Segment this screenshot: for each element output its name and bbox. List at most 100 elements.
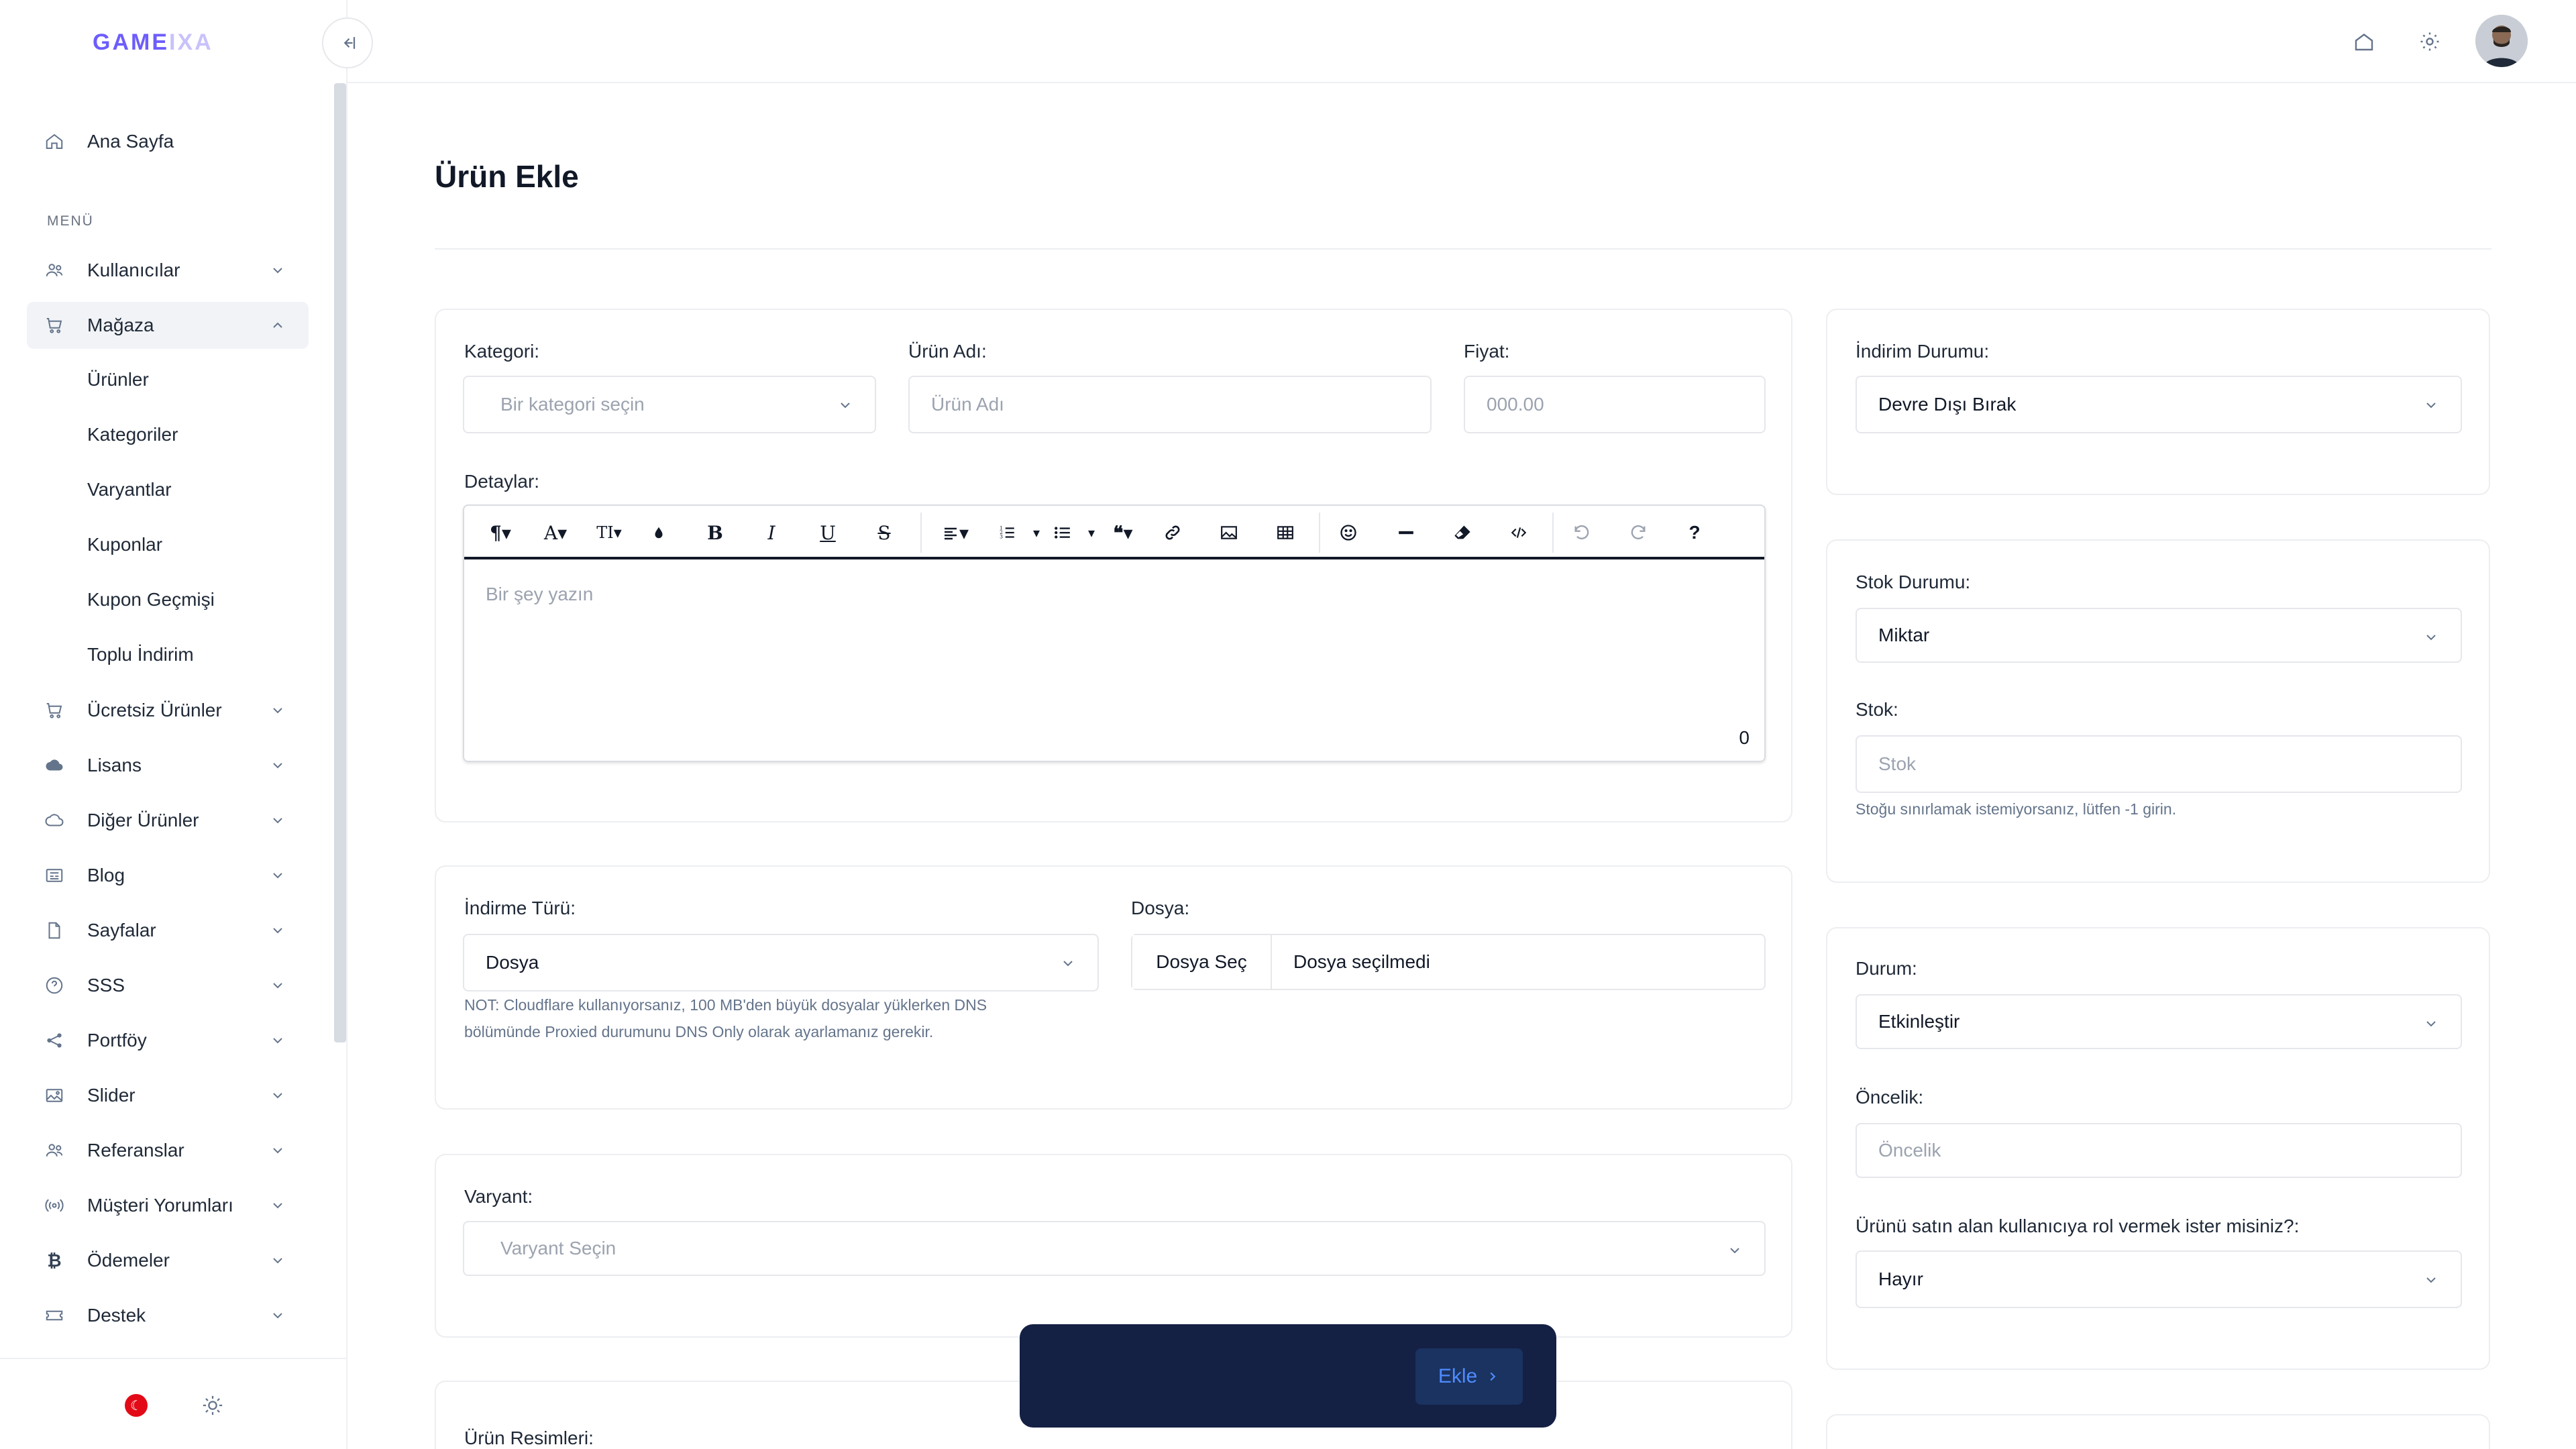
chevron-down-icon	[841, 402, 850, 409]
sidebar-item-other-products[interactable]: Diğer Ürünler	[27, 797, 309, 844]
sidebar-item-users[interactable]: Kullanıcılar	[27, 247, 309, 294]
sidebar-item-license[interactable]: Lisans	[27, 742, 309, 789]
chevron-down-icon	[273, 763, 282, 769]
floating-action-bar: Ekle	[1020, 1324, 1556, 1428]
sidebar-item-label: SSS	[87, 975, 125, 996]
bullet-list-button[interactable]	[1045, 519, 1080, 546]
users-icon	[43, 259, 66, 282]
insert-table-button[interactable]	[1272, 519, 1299, 546]
avatar[interactable]	[2475, 15, 2528, 67]
sidebar-item-payments[interactable]: ₿ Ödemeler	[27, 1237, 309, 1284]
status-select[interactable]: Etkinleştir	[1856, 994, 2462, 1049]
chevron-down-icon	[273, 708, 282, 714]
sidebar-subitem-coupons[interactable]: Kuponlar	[87, 534, 162, 555]
sidebar-collapse-button[interactable]	[322, 17, 373, 68]
clear-format-button[interactable]	[1449, 519, 1476, 546]
sidebar-scrollbar[interactable]	[334, 83, 346, 1042]
sidebar-item-home[interactable]: Ana Sayfa	[27, 118, 309, 165]
text-color-button[interactable]	[645, 519, 672, 546]
file-input[interactable]: Dosya Seç Dosya seçilmedi	[1131, 934, 1766, 990]
stock-label: Stok:	[1856, 699, 1898, 720]
sidebar-subitem-products[interactable]: Ürünler	[87, 369, 149, 390]
submit-button[interactable]: Ekle	[1415, 1348, 1523, 1405]
sidebar-item-blog[interactable]: Blog	[27, 852, 309, 899]
download-type-select[interactable]: Dosya	[463, 934, 1099, 991]
chevron-down-icon	[273, 1258, 282, 1264]
variant-select[interactable]: Varyant Seçin	[463, 1221, 1766, 1276]
sidebar-subitem-bulk-discount[interactable]: Toplu İndirim	[87, 644, 194, 665]
chevron-down-icon	[2426, 402, 2436, 409]
sidebar-item-label: Ücretsiz Ürünler	[87, 700, 222, 720]
align-button[interactable]: ▾	[934, 519, 977, 546]
sidebar-item-testimonials[interactable]: Müşteri Yorumları	[27, 1182, 309, 1229]
priority-input[interactable]: Öncelik	[1856, 1123, 2462, 1178]
smile-icon	[1340, 525, 1356, 541]
turkey-flag-icon[interactable]: ☾	[125, 1394, 148, 1417]
role-select[interactable]: Hayır	[1856, 1250, 2462, 1308]
sidebar-subitem-categories[interactable]: Kategoriler	[87, 424, 178, 445]
sidebar-item-slider[interactable]: Slider	[27, 1072, 309, 1119]
sidebar-item-label: Ödemeler	[87, 1250, 170, 1271]
category-select[interactable]: Bir kategori seçin	[463, 376, 876, 433]
font-family-button[interactable]: A ▾	[535, 519, 576, 546]
strikethrough-button[interactable]: S	[871, 519, 898, 546]
paragraph-style-button[interactable]: ¶ ▾	[480, 519, 521, 546]
home-icon[interactable]	[2352, 30, 2376, 54]
bold-button[interactable]: B	[702, 519, 729, 546]
ordered-list-icon: 123	[1000, 525, 1014, 540]
rich-text-editor[interactable]: ¶ ▾ A ▾ TI ▾ B I U S ▾ 123 ▾ ▾ ❝ ▾ ? Bir şey…	[463, 504, 1766, 762]
insert-image-button[interactable]	[1216, 519, 1242, 546]
discount-select-value: Devre Dışı Bırak	[1878, 394, 2017, 415]
bullet-list-dropdown[interactable]: ▾	[1081, 519, 1102, 546]
horizontal-rule-button[interactable]	[1393, 519, 1419, 546]
category-select-value: Bir kategori seçin	[500, 394, 645, 415]
page-title: Ürün Ekle	[435, 159, 579, 194]
sidebar-subitem-variants[interactable]: Varyantlar	[87, 479, 172, 500]
sidebar-item-faq[interactable]: SSS	[27, 962, 309, 1009]
sidebar-item-portfolio[interactable]: Portföy	[27, 1017, 309, 1064]
gear-icon[interactable]	[2418, 30, 2442, 54]
price-input[interactable]: 000.00	[1464, 376, 1766, 433]
code-icon	[1511, 527, 1527, 538]
brand-logo[interactable]: GAMEIXA	[93, 30, 213, 56]
help-button[interactable]: ?	[1681, 519, 1708, 546]
extra-card	[1826, 1414, 2490, 1449]
chevron-down-icon	[2426, 1021, 2436, 1027]
stock-status-select[interactable]: Miktar	[1856, 608, 2462, 663]
italic-button[interactable]: I	[758, 519, 785, 546]
link-button[interactable]	[1159, 519, 1186, 546]
sidebar-item-support[interactable]: Destek	[27, 1292, 309, 1339]
topbar	[347, 0, 2576, 83]
ordered-list-dropdown[interactable]: ▾	[1026, 519, 1046, 546]
ordered-list-button[interactable]: 123	[990, 519, 1025, 546]
underline-button[interactable]: U	[814, 519, 841, 546]
font-size-button[interactable]: TI ▾	[589, 519, 629, 546]
sidebar-subitem-coupon-history[interactable]: Kupon Geçmişi	[87, 589, 215, 610]
choose-file-button[interactable]: Dosya Seç	[1132, 935, 1272, 989]
sidebar-item-store[interactable]: Mağaza	[27, 302, 309, 349]
font-size-icon: TI	[596, 523, 614, 542]
sidebar-item-references[interactable]: Referanslar	[27, 1127, 309, 1174]
italic-icon: I	[767, 521, 775, 544]
blockquote-button[interactable]: ❝ ▾	[1102, 519, 1144, 546]
chevron-down-icon	[2426, 635, 2436, 641]
stock-status-value: Miktar	[1878, 625, 1930, 645]
sidebar-item-pages[interactable]: Sayfalar	[27, 907, 309, 954]
bitcoin-icon: ₿	[47, 1250, 62, 1271]
undo-button[interactable]	[1568, 519, 1595, 546]
sidebar-item-free-products[interactable]: Ücretsiz Ürünler	[27, 687, 309, 734]
redo-button[interactable]	[1625, 519, 1652, 546]
bold-icon: B	[707, 521, 723, 544]
bullet-list-icon	[1055, 527, 1070, 539]
sun-icon[interactable]	[201, 1394, 224, 1417]
table-icon	[1277, 526, 1293, 539]
emoji-button[interactable]	[1335, 519, 1362, 546]
image-icon	[43, 1084, 66, 1107]
discount-select[interactable]: Devre Dışı Bırak	[1856, 376, 2462, 433]
chevron-down-icon	[273, 1038, 282, 1044]
product-name-input[interactable]: Ürün Adı	[908, 376, 1432, 433]
stock-input[interactable]: Stok	[1856, 735, 2462, 793]
code-view-button[interactable]	[1505, 519, 1532, 546]
chevron-down-icon	[273, 1093, 282, 1099]
role-select-value: Hayır	[1878, 1269, 1923, 1289]
